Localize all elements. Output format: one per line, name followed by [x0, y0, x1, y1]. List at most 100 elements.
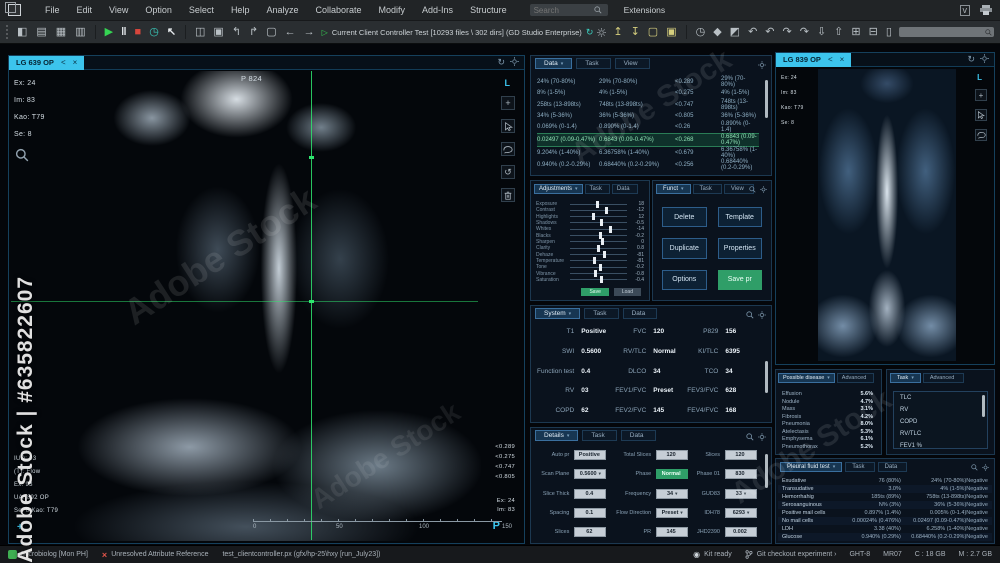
panel-tab[interactable]: System▾: [535, 308, 580, 319]
magnify-tool-icon[interactable]: [15, 148, 29, 162]
menubar-search[interactable]: [530, 4, 608, 16]
search-icon[interactable]: [746, 433, 754, 441]
new-file-icon[interactable]: ▢: [266, 27, 276, 38]
table-row[interactable]: 258ts (13-898ts) 748ts (13-898ts) <0.747…: [537, 99, 759, 111]
notifications-icon[interactable]: v: [960, 5, 971, 16]
export-file-icon[interactable]: ↧: [631, 27, 640, 38]
panel-tab[interactable]: Data: [623, 308, 658, 319]
tab-close-icon[interactable]: ×: [840, 55, 845, 64]
field-input[interactable]: 0.4: [574, 489, 606, 499]
panel-tab[interactable]: Task: [693, 184, 722, 194]
panel-tab[interactable]: Advanced: [837, 373, 874, 383]
tab-close-icon[interactable]: ×: [73, 58, 78, 67]
task-list-item[interactable]: TLC: [894, 392, 987, 404]
pause-icon[interactable]: ‖: [121, 27, 126, 38]
history-icon[interactable]: ◷: [696, 27, 706, 38]
slider-handle[interactable]: [596, 201, 599, 208]
field-input[interactable]: 120: [725, 450, 757, 460]
menu-item[interactable]: Add-Ins: [422, 5, 453, 15]
field-input[interactable]: 34 ▾: [656, 489, 688, 499]
panel-tab[interactable]: Data: [612, 184, 638, 194]
panel-tab[interactable]: Adjustments▾: [534, 184, 583, 194]
lasso-tool-icon[interactable]: [501, 142, 515, 156]
table-row[interactable]: 9.204% (1-40%) 6.36758% (1-40%) <0.679 6…: [537, 147, 759, 159]
menu-item[interactable]: Analyze: [266, 5, 298, 15]
gear-icon[interactable]: [510, 57, 519, 66]
field-input[interactable]: 6293 ▾: [725, 508, 757, 518]
field-input[interactable]: 145: [656, 527, 688, 537]
mri-lumbar-image[interactable]: [818, 69, 956, 361]
cascade-windows-icon[interactable]: ◫: [195, 27, 205, 38]
kit-status[interactable]: ◉ Kit ready: [693, 550, 732, 559]
gear-icon[interactable]: [980, 54, 989, 63]
add-annotation-icon[interactable]: +: [501, 96, 515, 110]
lasso-tool-icon[interactable]: [975, 129, 987, 141]
properties-button[interactable]: Properties: [718, 238, 763, 258]
table-row[interactable]: Exudative 76 (80%) 24% (70-80%) Negative: [778, 477, 992, 485]
import-icon[interactable]: ↰: [232, 27, 241, 38]
options-button[interactable]: Options: [662, 270, 707, 290]
slider-handle[interactable]: [592, 213, 595, 220]
gear-icon[interactable]: [597, 28, 606, 37]
tab-back-icon[interactable]: <: [828, 55, 833, 64]
git-status[interactable]: Git checkout experiment ›: [745, 550, 837, 559]
undo-all-icon[interactable]: ↶: [765, 27, 774, 38]
slider-track[interactable]: [570, 254, 627, 255]
export-icon[interactable]: ↱: [249, 27, 258, 38]
redo-icon[interactable]: ↷: [783, 27, 792, 38]
printer-icon[interactable]: [980, 5, 992, 15]
disease-row[interactable]: Mass 3.1%: [782, 406, 873, 412]
slider-track[interactable]: [570, 273, 627, 274]
crosshair-horizontal-line[interactable]: [11, 301, 478, 302]
toolbar-search[interactable]: [899, 27, 994, 37]
upload-icon[interactable]: ⇧: [834, 27, 843, 38]
disease-row[interactable]: Pneumothorax 5.2%: [782, 444, 873, 450]
table-row[interactable]: No mail cells 0.00024% (0.476%) 0.02497 …: [778, 517, 992, 525]
field-input[interactable]: 830: [725, 469, 757, 479]
file-path-status[interactable]: test_clientcontroller.px (gfx/hp-25\hxy …: [222, 551, 380, 558]
copy-icon[interactable]: ▣: [213, 27, 223, 38]
mri-cervical-image[interactable]: [11, 71, 481, 541]
table-row[interactable]: 0.02497 (0.09-0.47%) 0.6843 (0.09-0.47%)…: [537, 133, 759, 147]
add-annotation-icon[interactable]: +: [975, 89, 987, 101]
slider-track[interactable]: [570, 235, 627, 236]
field-input[interactable]: Positive: [574, 450, 606, 460]
cursor-tool-icon[interactable]: [501, 119, 515, 133]
sync-icon[interactable]: ↻: [586, 28, 594, 37]
menu-item[interactable]: Option: [145, 5, 172, 15]
tab-back-icon[interactable]: <: [61, 58, 66, 67]
panel-tab[interactable]: Pleural fluid test▾: [780, 462, 842, 472]
run-icon[interactable]: ▶: [105, 27, 113, 38]
menu-item[interactable]: Collaborate: [315, 5, 361, 15]
scrollbar[interactable]: [765, 454, 768, 488]
crosshair-marker[interactable]: [309, 156, 314, 159]
duplicate-button[interactable]: Duplicate: [662, 238, 707, 258]
menu-item[interactable]: Modify: [379, 5, 406, 15]
slider-track[interactable]: [570, 260, 627, 261]
slider-track[interactable]: [570, 229, 627, 230]
right-viewer-tab[interactable]: LG 839 OP < ×: [776, 53, 851, 67]
load-button[interactable]: Load: [614, 288, 641, 296]
app-logo-icon[interactable]: [8, 4, 21, 16]
panel-tab[interactable]: Data: [621, 430, 656, 441]
table-row[interactable]: Hemorrhahig 185ts (89%) 758ts (13-898ts)…: [778, 493, 992, 501]
search-icon[interactable]: [971, 464, 978, 471]
field-input[interactable]: 33 ▾: [725, 489, 757, 499]
toolbar-drag-handle[interactable]: [6, 25, 10, 39]
disease-row[interactable]: Atelectasis 5.3%: [782, 429, 873, 435]
panel-tab[interactable]: Task: [585, 184, 610, 194]
search-input[interactable]: [534, 6, 594, 15]
menu-item[interactable]: Select: [189, 5, 214, 15]
task-list-item[interactable]: COPD: [894, 416, 987, 428]
table-row[interactable]: Glucose 0.940% (0.29%) 0.68440% (0.2-0.2…: [778, 533, 992, 541]
field-input[interactable]: Preset ▾: [656, 508, 688, 518]
save-pr-button[interactable]: Save pr: [718, 270, 763, 290]
field-input[interactable]: 0.5600 ▾: [574, 469, 606, 479]
scrollbar[interactable]: [765, 361, 768, 393]
branch-status[interactable]: Microbiolog [Mon PH]: [8, 550, 88, 559]
slider-track[interactable]: [570, 216, 627, 217]
slider-handle[interactable]: [600, 276, 603, 283]
gear-icon[interactable]: [758, 311, 766, 319]
left-viewer-tab[interactable]: LG 639 OP < ×: [9, 56, 84, 70]
refresh-icon[interactable]: ↻: [967, 54, 975, 65]
